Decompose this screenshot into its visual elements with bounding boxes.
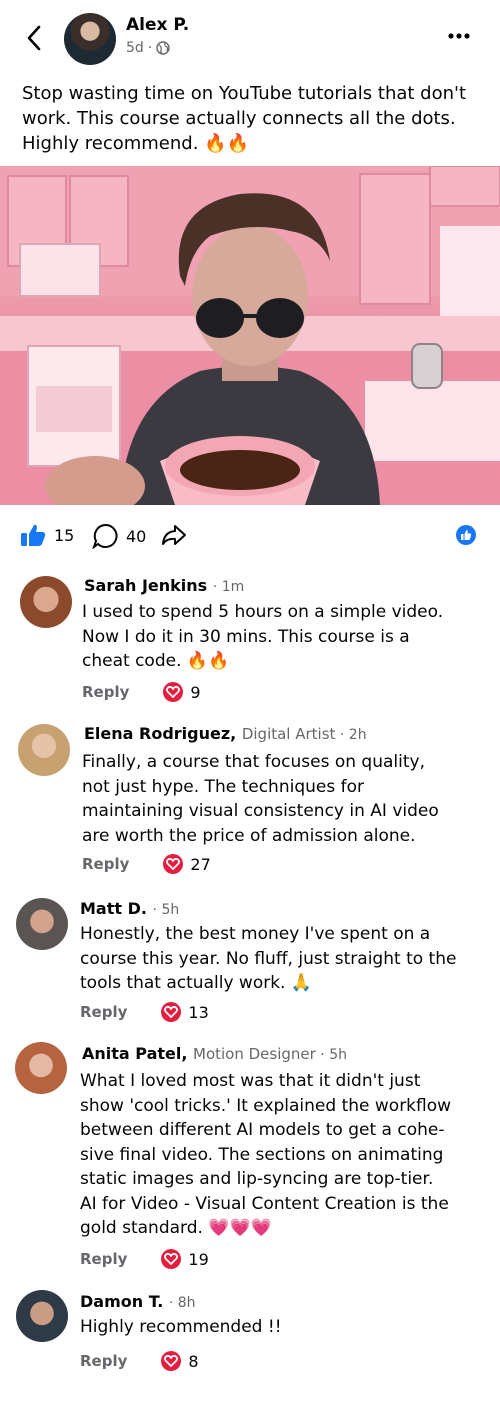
- comment-actions: Reply 8: [80, 1351, 199, 1371]
- comment-actions: Reply 27: [82, 854, 211, 874]
- comment-actions: Reply 19: [80, 1249, 209, 1269]
- author-name[interactable]: Alex P.: [126, 15, 189, 35]
- comment-author[interactable]: Sarah Jenkins · 1m: [84, 576, 244, 595]
- comment-avatar[interactable]: [20, 576, 72, 628]
- heart-reaction-icon[interactable]: [161, 1249, 182, 1269]
- meta-separator: ·: [147, 40, 153, 56]
- comment-like-count: 8: [188, 1351, 199, 1371]
- comment-author[interactable]: Damon T. · 8h: [80, 1292, 196, 1311]
- comment-like-count: 27: [190, 854, 211, 874]
- comment-count: 40: [126, 526, 147, 546]
- globe-icon: [156, 41, 170, 55]
- comment-actions: Reply 9: [82, 682, 201, 702]
- heart-reaction-icon[interactable]: [163, 854, 184, 874]
- like-reaction-badge-icon[interactable]: [456, 525, 476, 545]
- comment-bubble-icon: [92, 523, 118, 549]
- like-action[interactable]: 15: [20, 523, 74, 547]
- thumbs-up-icon: [21, 524, 46, 546]
- post-time[interactable]: 5d: [126, 40, 144, 56]
- post-photo[interactable]: [0, 166, 500, 505]
- comment-text: Honestly, the best money I've spent on a…: [80, 924, 457, 993]
- author-avatar[interactable]: [64, 13, 116, 65]
- heart-reaction-icon[interactable]: [161, 1002, 182, 1022]
- reply-button[interactable]: Reply: [80, 1250, 127, 1268]
- post-text: Stop wasting time on YouTube tutorials t…: [22, 83, 467, 154]
- comment-author[interactable]: Elena Rodriguez, Digital Artist · 2h: [84, 724, 367, 743]
- comment-text: What I loved most was that it didn't jus…: [80, 1071, 452, 1238]
- comment-avatar[interactable]: [15, 1042, 67, 1094]
- more-options-icon[interactable]: [446, 26, 472, 46]
- reply-button[interactable]: Reply: [80, 1003, 127, 1021]
- comment-avatar[interactable]: [16, 898, 68, 950]
- comment-actions: Reply 13: [80, 1002, 209, 1022]
- post-meta: 5d ·: [126, 40, 170, 56]
- back-arrow-icon[interactable]: [22, 22, 46, 54]
- kitchen-photo-illustration: [0, 166, 500, 505]
- comment-text: Finally, a course that focuses on qualit…: [82, 752, 439, 846]
- post-header: Alex P. 5d ·: [0, 0, 500, 76]
- comment-like-count: 9: [190, 682, 201, 702]
- comment-like-count: 19: [188, 1249, 209, 1269]
- reply-button[interactable]: Reply: [82, 683, 129, 701]
- comment-author[interactable]: Anita Patel, Motion Designer · 5h: [82, 1044, 347, 1063]
- heart-reaction-icon[interactable]: [163, 682, 184, 702]
- comment-author[interactable]: Matt D. · 5h: [80, 899, 179, 918]
- comment-like-count: 13: [188, 1002, 209, 1022]
- reply-button[interactable]: Reply: [80, 1352, 127, 1370]
- share-icon[interactable]: [161, 523, 187, 547]
- comment-text: I used to spend 5 hours on a simple vide…: [82, 602, 444, 671]
- heart-reaction-icon[interactable]: [161, 1351, 182, 1371]
- reactions-bar: 15 40: [0, 505, 500, 565]
- like-count: 15: [54, 525, 75, 545]
- reply-button[interactable]: Reply: [82, 855, 129, 873]
- comment-avatar[interactable]: [16, 1290, 68, 1342]
- comment-text: Highly recommended !!: [80, 1317, 282, 1337]
- comment-action[interactable]: 40: [92, 523, 146, 549]
- comment-avatar[interactable]: [18, 724, 70, 776]
